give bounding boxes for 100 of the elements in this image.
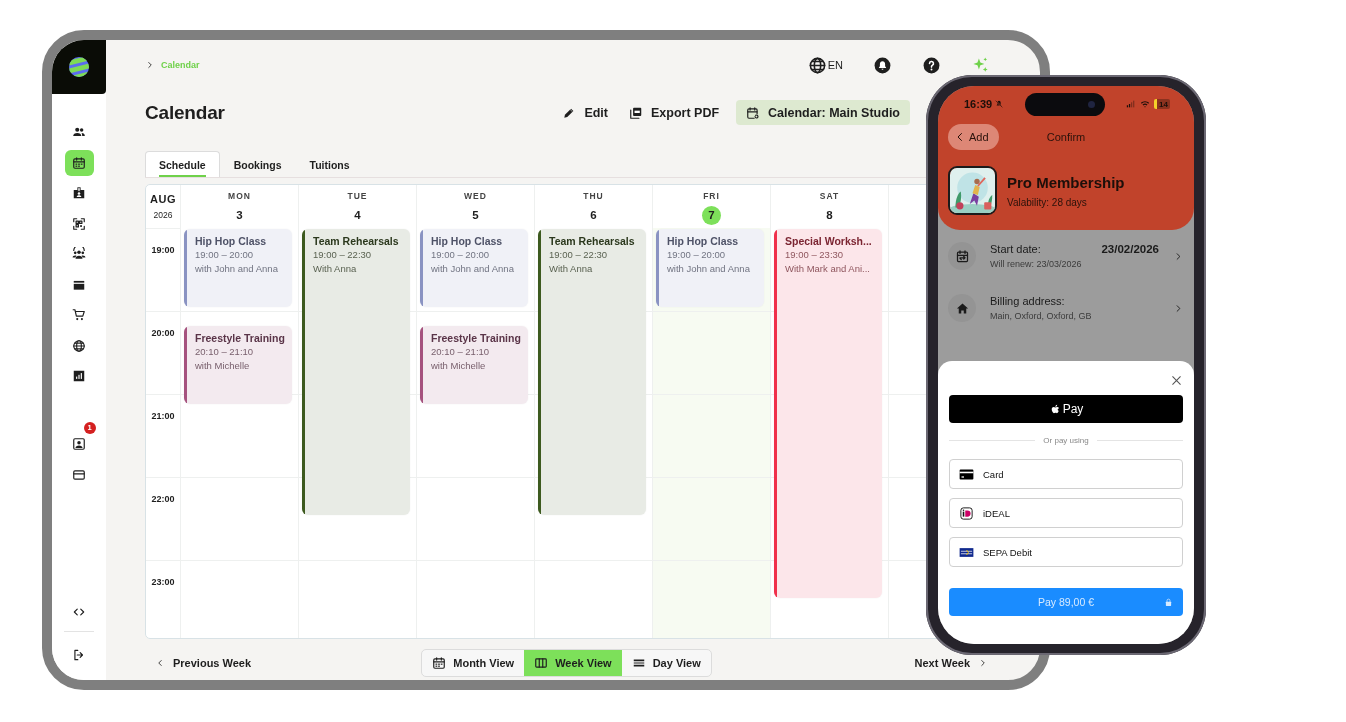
- wallet-pay-button[interactable]: Pay: [949, 395, 1183, 423]
- page-title: Calendar: [145, 101, 225, 124]
- calendar-icon: [954, 248, 970, 264]
- close-button[interactable]: [1170, 374, 1183, 387]
- toolbar-button[interactable]: Edit: [558, 100, 612, 125]
- tab[interactable]: Tuitions: [295, 151, 364, 177]
- bell-icon: [873, 55, 892, 75]
- weekday-label: THU: [583, 191, 604, 201]
- event-card[interactable]: Freestyle Training 20:10 – 21:10 with Michelle: [420, 325, 528, 404]
- event-title: Hip Hop Class: [195, 234, 268, 248]
- event-card[interactable]: Special Worksh... 19:00 – 23:30 With Mark and Ani...: [774, 229, 882, 598]
- id-badge-icon: [72, 186, 86, 200]
- logo-icon: [67, 55, 91, 79]
- divider-text: Or pay using: [1043, 436, 1089, 445]
- globe-icon: [72, 338, 86, 353]
- chevron-left-icon: [155, 658, 165, 668]
- detail-row[interactable]: Start date: Will renew: 23/03/2026 23/02/2026: [938, 230, 1194, 282]
- month-label: AUG: [150, 193, 176, 205]
- chart-icon: [72, 369, 86, 383]
- bell-off-icon: [994, 99, 1005, 109]
- event-card[interactable]: Hip Hop Class 19:00 – 20:00 with John and Anna: [184, 229, 292, 307]
- people-icon: [72, 125, 86, 139]
- time-label: 19:00: [151, 245, 175, 257]
- event-time: 19:00 – 20:00: [195, 248, 255, 262]
- detail-value: 23/02/2026: [1101, 243, 1159, 255]
- globe-icon: [807, 55, 827, 75]
- toolbar-button[interactable]: Calendar: Main Studio: [736, 100, 910, 125]
- help-icon: [922, 55, 941, 75]
- detail-label: Start date:: [990, 243, 1042, 255]
- event-title: Team Rehearsals: [313, 234, 400, 248]
- pdf-file-icon: [629, 105, 643, 120]
- event-people: with John and Anna: [667, 262, 751, 276]
- event-people: with Michelle: [431, 358, 487, 373]
- logo-icon: [959, 505, 974, 521]
- columns-icon: [534, 656, 549, 670]
- language-button[interactable]: EN: [807, 55, 843, 75]
- event-title: Special Worksh...: [785, 234, 873, 248]
- date-number: 5: [471, 208, 480, 223]
- date-number: 7: [702, 206, 721, 225]
- camera-lens: [1088, 100, 1096, 108]
- event-people: with John and Anna: [431, 262, 515, 276]
- calendar-icon: [72, 155, 86, 170]
- logout-icon: [72, 648, 86, 662]
- code-icon: [72, 605, 86, 619]
- chevron-right-icon: [978, 658, 988, 668]
- product-name: Pro Membership: [1007, 173, 1125, 191]
- tab[interactable]: Bookings: [219, 151, 296, 177]
- event-time: 20:10 – 21:10: [431, 344, 491, 359]
- detail-subtext: Main, Oxford, Oxford, GB: [990, 311, 1093, 321]
- view-button[interactable]: Week View: [524, 650, 622, 676]
- date-number: 8: [825, 208, 834, 223]
- event-time: 19:00 – 22:30: [549, 248, 609, 262]
- event-title: Freestyle Training: [431, 330, 522, 345]
- detail-subtext: Will renew: 23/03/2026: [990, 259, 1083, 269]
- date-number: 6: [589, 208, 598, 223]
- payment-option[interactable]: Card: [949, 459, 1183, 489]
- event-title: Freestyle Training: [195, 330, 286, 345]
- toolbar-button[interactable]: Export PDF: [625, 100, 724, 125]
- close-icon: [1170, 374, 1183, 387]
- payment-option[interactable]: SEPA Debit: [949, 537, 1183, 567]
- wifi-icon: [1140, 99, 1151, 109]
- event-time: 20:10 – 21:10: [195, 344, 255, 359]
- group-icon: [72, 247, 86, 261]
- help-button[interactable]: [922, 55, 941, 75]
- back-button[interactable]: Add: [948, 124, 999, 150]
- lock-icon: [1164, 597, 1173, 607]
- event-people: with John and Anna: [195, 262, 279, 276]
- validity-text: Valability: 28 days: [1007, 196, 1088, 208]
- event-card[interactable]: Team Rehearsals 19:00 – 22:30 With Anna: [302, 229, 410, 515]
- weekday-label: MON: [228, 191, 251, 201]
- time-label: 20:00: [151, 328, 175, 340]
- event-card[interactable]: Team Rehearsals 19:00 – 22:30 With Anna: [538, 229, 646, 515]
- event-time: 19:00 – 22:30: [313, 248, 373, 262]
- detail-row[interactable]: Billing address: Main, Oxford, Oxford, GB: [938, 282, 1194, 334]
- event-card[interactable]: Freestyle Training 20:10 – 21:10 with Michelle: [184, 325, 292, 404]
- date-number: 4: [353, 208, 362, 223]
- view-button[interactable]: Day View: [621, 650, 711, 676]
- weekday-label: TUE: [347, 191, 368, 201]
- signal-icon: [1126, 99, 1137, 109]
- payment-option[interactable]: iDEAL: [949, 498, 1183, 528]
- nav-button[interactable]: [64, 149, 94, 176]
- event-card[interactable]: Hip Hop Class 19:00 – 20:00 with John and Anna: [420, 229, 528, 307]
- year-label: 2026: [153, 210, 173, 220]
- event-people: with Michelle: [195, 358, 251, 373]
- credit-card-icon: [72, 467, 86, 482]
- event-time: 19:00 – 20:00: [431, 248, 491, 262]
- date-number: 3: [235, 208, 244, 223]
- tab[interactable]: Schedule: [145, 151, 220, 177]
- next-week-button[interactable]: Next Week: [914, 657, 988, 669]
- detail-label: Billing address:: [990, 295, 1066, 307]
- event-card[interactable]: Hip Hop Class 19:00 – 20:00 with John and Anna: [656, 229, 764, 307]
- time-label: 22:00: [151, 494, 175, 506]
- chevron-right-icon: [145, 60, 155, 70]
- weekday-label: WED: [464, 191, 487, 201]
- view-button[interactable]: Month View: [422, 650, 525, 676]
- weekday-label: FRI: [703, 191, 720, 201]
- cart-icon: [72, 308, 86, 322]
- notifications-button[interactable]: [873, 55, 892, 75]
- time-label: 21:00: [151, 411, 175, 423]
- previous-week-button[interactable]: Previous Week: [155, 657, 252, 669]
